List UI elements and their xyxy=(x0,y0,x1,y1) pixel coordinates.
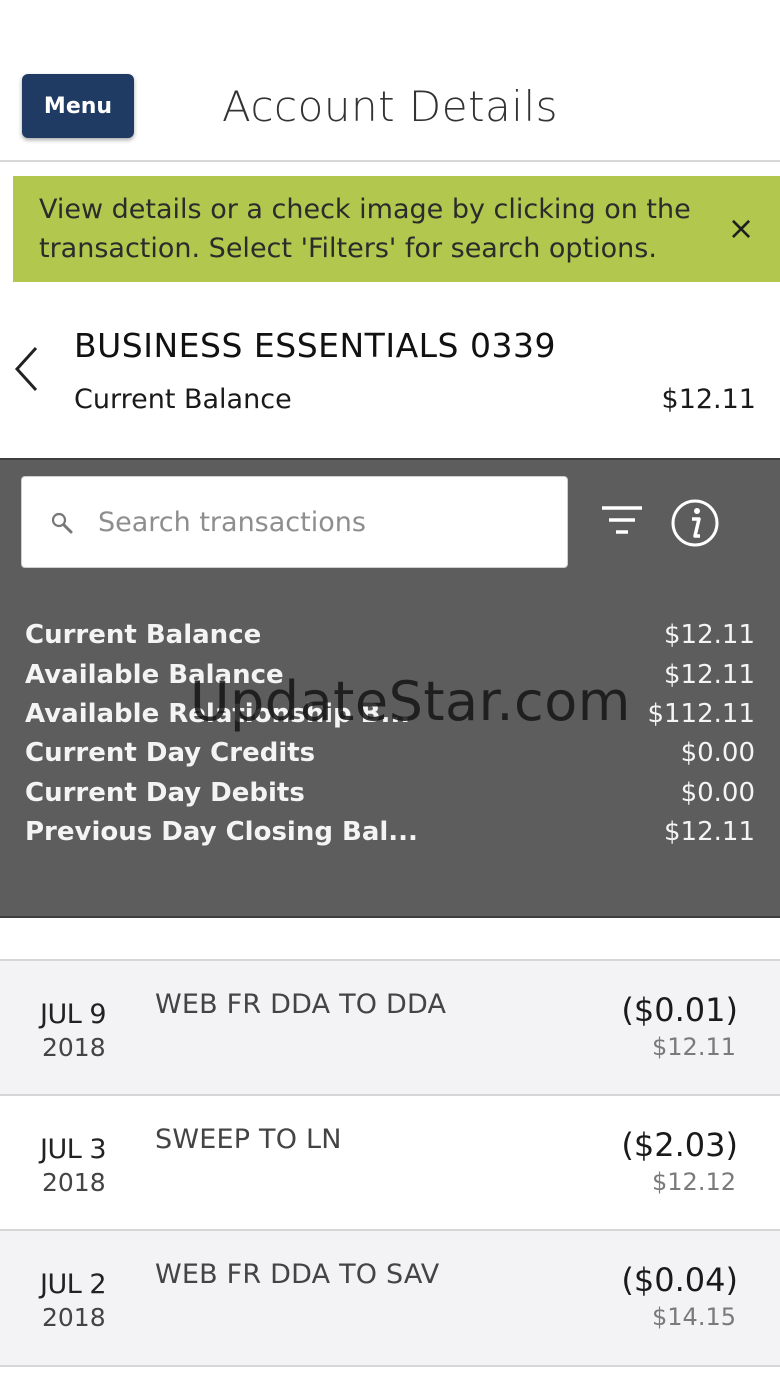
search-icon xyxy=(51,512,73,534)
transaction-description: SWEEP TO LN xyxy=(155,1124,342,1155)
balance-value: $0.00 xyxy=(680,738,755,768)
transaction-running-balance: $12.12 xyxy=(652,1168,736,1196)
search-box[interactable] xyxy=(21,476,568,568)
transaction-year: 2018 xyxy=(42,1303,106,1332)
transaction-running-balance: $12.11 xyxy=(652,1033,736,1061)
balance-row-previous-close: Previous Day Closing Bal... $12.11 xyxy=(25,817,755,857)
balance-value: $12.11 xyxy=(664,817,755,847)
balance-row-relationship: Available Relationship B... $112.11 xyxy=(25,699,755,739)
transaction-row[interactable]: JUL 3 2018 SWEEP TO LN ($2.03) $12.12 xyxy=(0,1094,780,1230)
transaction-date: JUL 3 xyxy=(40,1134,107,1165)
filter-icon[interactable] xyxy=(600,504,644,538)
transaction-row[interactable]: JUL 2 2018 WEB FR DDA TO SAV ($0.04) $14… xyxy=(0,1229,780,1367)
balance-panel: Current Balance $12.11 Available Balance… xyxy=(0,458,780,918)
balance-label: Current Day Debits xyxy=(25,778,305,808)
balance-label: Available Balance xyxy=(25,660,284,690)
transaction-amount: ($0.01) xyxy=(621,991,738,1029)
banner-message: View details or a check image by clickin… xyxy=(39,194,691,264)
balance-value: $0.00 xyxy=(680,778,755,808)
balance-value: $12.11 xyxy=(664,660,755,690)
page-title: Account Details xyxy=(221,82,559,131)
balance-row-current: Current Balance $12.11 xyxy=(25,620,755,660)
balance-row-credits: Current Day Credits $0.00 xyxy=(25,738,755,778)
transaction-running-balance: $14.15 xyxy=(652,1303,736,1331)
balance-value: $12.11 xyxy=(664,620,755,650)
close-icon[interactable]: × xyxy=(725,212,757,244)
balance-row-available: Available Balance $12.11 xyxy=(25,660,755,700)
info-icon[interactable] xyxy=(670,498,720,548)
transaction-amount: ($2.03) xyxy=(621,1126,738,1164)
transaction-description: WEB FR DDA TO DDA xyxy=(155,989,447,1020)
balance-label: Available Relationship B... xyxy=(25,699,411,729)
info-banner: View details or a check image by clickin… xyxy=(13,176,780,282)
transaction-description: WEB FR DDA TO SAV xyxy=(155,1259,440,1290)
search-input[interactable] xyxy=(96,501,540,543)
balance-row-debits: Current Day Debits $0.00 xyxy=(25,778,755,818)
header-divider xyxy=(0,160,780,162)
transaction-year: 2018 xyxy=(42,1033,106,1062)
back-chevron-icon[interactable] xyxy=(12,344,44,394)
transaction-amount: ($0.04) xyxy=(621,1261,738,1299)
transaction-date: JUL 2 xyxy=(40,1269,107,1300)
account-balance-label: Current Balance xyxy=(74,384,292,415)
balance-value: $112.11 xyxy=(647,699,755,729)
transaction-year: 2018 xyxy=(42,1168,106,1197)
account-name: BUSINESS ESSENTIALS 0339 xyxy=(74,326,556,365)
transaction-row[interactable]: JUL 9 2018 WEB FR DDA TO DDA ($0.01) $12… xyxy=(0,959,780,1095)
account-balance-value: $12.11 xyxy=(661,384,756,415)
transaction-date: JUL 9 xyxy=(40,999,107,1030)
balance-label: Previous Day Closing Bal... xyxy=(25,817,418,847)
balance-label: Current Balance xyxy=(25,620,262,650)
balance-label: Current Day Credits xyxy=(25,738,316,768)
